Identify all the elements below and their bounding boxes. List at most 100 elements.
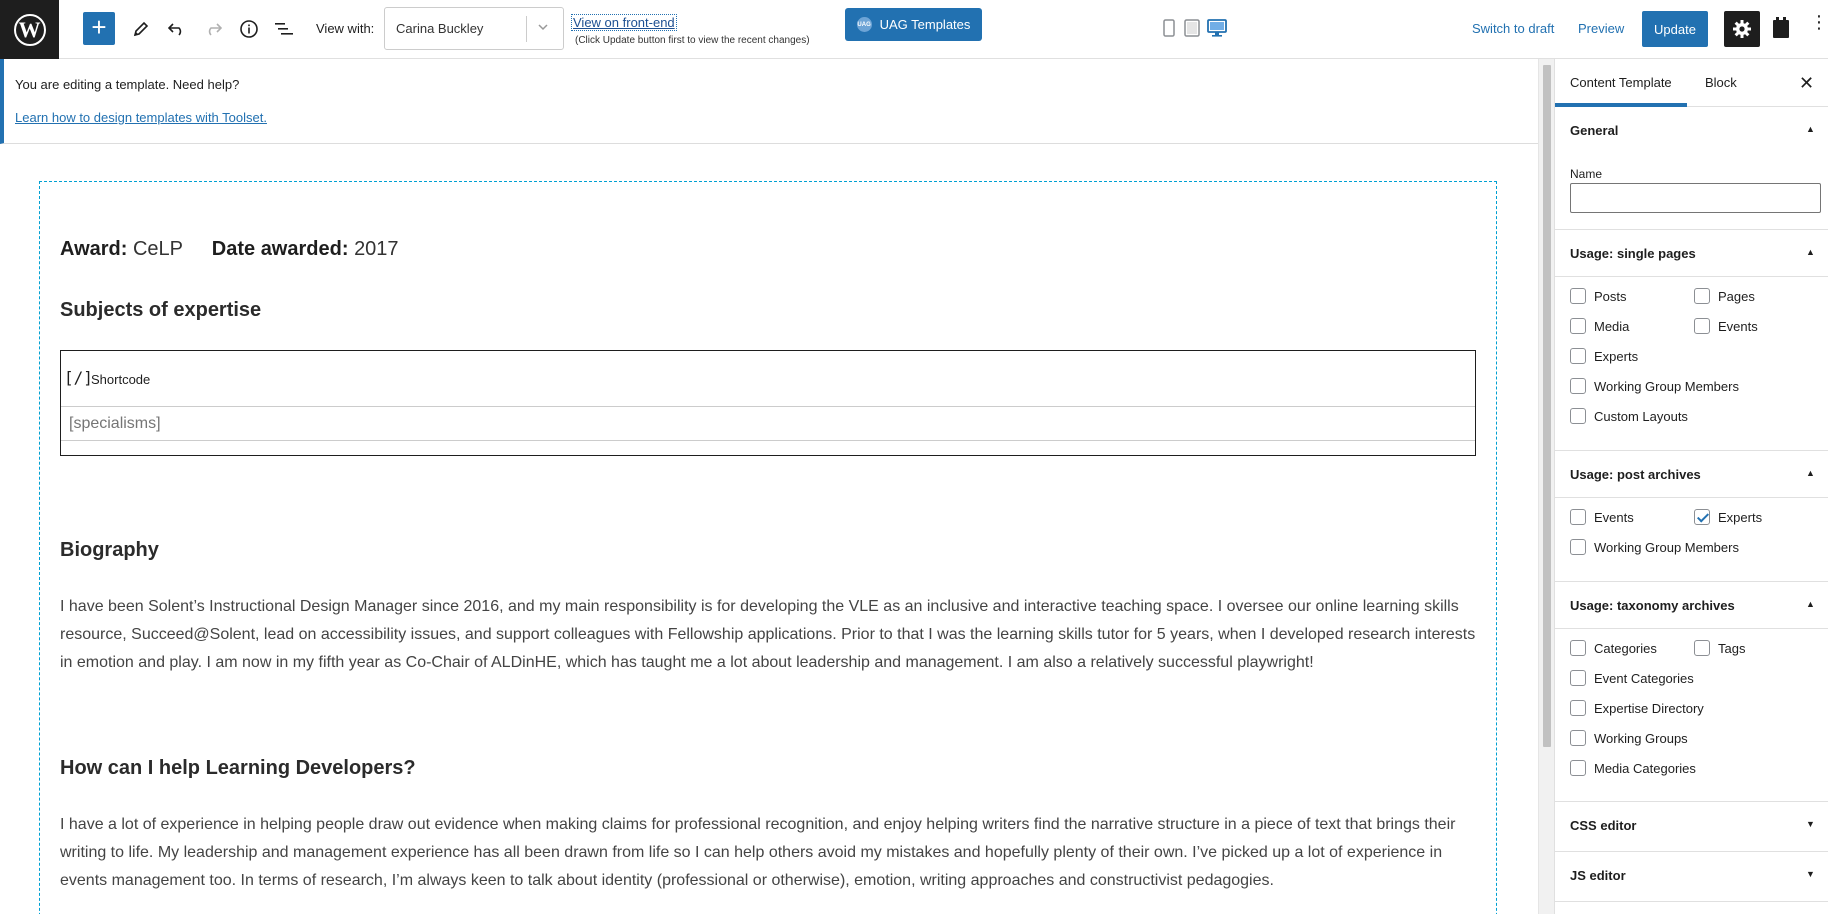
switch-to-draft-button[interactable]: Switch to draft [1472, 21, 1554, 36]
panel-taxonomy-archives-toggle[interactable]: Usage: taxonomy archives ▲ [1555, 581, 1828, 629]
close-icon[interactable]: ✕ [1799, 73, 1814, 94]
checkbox-single-pages[interactable]: Pages [1694, 288, 1755, 304]
checkbox-archive-events[interactable]: Events [1570, 509, 1634, 525]
checkbox-label: Categories [1594, 640, 1657, 656]
panel-single-pages-toggle[interactable]: Usage: single pages ▲ [1555, 229, 1828, 277]
checkbox-box[interactable] [1570, 670, 1586, 686]
scrollbar-thumb[interactable] [1543, 65, 1551, 747]
subjects-heading[interactable]: Subjects of expertise [60, 299, 261, 322]
list-view-icon[interactable] [271, 16, 297, 42]
checkbox-single-experts[interactable]: Experts [1570, 348, 1638, 364]
panel-js-editor-toggle[interactable]: JS editor ▼ [1555, 851, 1828, 899]
redo-icon[interactable] [200, 16, 226, 42]
checkbox-tax-categories[interactable]: Categories [1570, 640, 1657, 656]
checkbox-tax-tags[interactable]: Tags [1694, 640, 1745, 656]
checkbox-label: Custom Layouts [1594, 408, 1688, 424]
date-awarded-label: Date awarded: [211, 238, 349, 260]
view-with-label: View with: [316, 21, 375, 36]
checkbox-box[interactable] [1570, 288, 1586, 304]
view-on-frontend-link[interactable]: View on front-end [571, 14, 677, 31]
update-button[interactable]: Update [1642, 11, 1708, 47]
checkbox-box[interactable] [1570, 378, 1586, 394]
edit-pencil-icon[interactable] [128, 16, 154, 42]
preview-button[interactable]: Preview [1578, 21, 1624, 36]
checkbox-single-custom-layouts[interactable]: Custom Layouts [1570, 408, 1688, 424]
date-awarded-value: 2017 [354, 238, 399, 260]
checkbox-box[interactable] [1570, 318, 1586, 334]
tablet-preview-icon[interactable] [1184, 19, 1200, 42]
chevron-up-icon: ▲ [1806, 247, 1815, 257]
tab-block[interactable]: Block [1690, 59, 1752, 107]
checkbox-label: Media Categories [1594, 760, 1696, 776]
mobile-preview-icon[interactable] [1163, 19, 1175, 42]
panel-general-toggle[interactable]: General ▲ [1555, 107, 1828, 155]
checkbox-tax-working-groups[interactable]: Working Groups [1570, 730, 1688, 746]
editor-scrollbar[interactable] [1538, 59, 1554, 914]
checkbox-box[interactable] [1570, 539, 1586, 555]
tab-content-template[interactable]: Content Template [1555, 59, 1687, 107]
award-line[interactable]: Award: CeLP Date awarded: 2017 [60, 238, 399, 261]
checkbox-box[interactable] [1570, 640, 1586, 656]
checkbox-label: Experts [1594, 348, 1639, 364]
toolset-help-link[interactable]: Learn how to design templates with Tools… [15, 110, 267, 125]
block-inserter-button[interactable]: + [83, 12, 115, 45]
undo-icon[interactable] [164, 16, 190, 42]
shortcode-label: Shortcode [91, 372, 151, 387]
panel-post-archives-toggle[interactable]: Usage: post archives ▲ [1555, 450, 1828, 498]
checkbox-single-media[interactable]: Media [1570, 318, 1629, 334]
more-options-icon[interactable]: ⋮ [1810, 13, 1828, 31]
checkbox-tax-event-categories[interactable]: Event Categories [1570, 670, 1694, 686]
biography-heading[interactable]: Biography [60, 539, 159, 562]
toolset-icon[interactable] [1771, 16, 1791, 45]
award-value: CeLP [132, 238, 183, 260]
checkbox-box[interactable] [1570, 730, 1586, 746]
view-frontend-note: (Click Update button first to view the r… [575, 35, 810, 46]
checkbox-box[interactable] [1694, 318, 1710, 334]
template-content: Award: CeLP Date awarded: 2017 Subjects … [39, 181, 1497, 914]
panel-single-pages-title: Usage: single pages [1570, 246, 1696, 261]
chevron-up-icon: ▲ [1806, 599, 1815, 609]
uag-templates-button[interactable]: UAG UAG Templates [845, 8, 982, 41]
chevron-down-icon[interactable] [536, 20, 550, 39]
checkbox-box[interactable] [1694, 288, 1710, 304]
wordpress-logo-button[interactable]: W [0, 0, 59, 59]
checkbox-box[interactable] [1694, 640, 1710, 656]
checkbox-label: Tags [1718, 640, 1746, 656]
checkbox-archive-working-group-members[interactable]: Working Group Members [1570, 539, 1739, 555]
editor-canvas-area: You are editing a template. Need help? L… [0, 59, 1538, 914]
shortcode-value: [specialisms] [69, 415, 161, 432]
view-with-select[interactable]: Carina Buckley [384, 7, 564, 50]
panel-post-archives-title: Usage: post archives [1570, 467, 1701, 482]
checkbox-box[interactable] [1570, 509, 1586, 525]
checkbox-single-events[interactable]: Events [1694, 318, 1758, 334]
checkbox-single-posts[interactable]: Posts [1570, 288, 1627, 304]
help-paragraph[interactable]: I have a lot of experience in helping pe… [60, 811, 1480, 895]
panel-general-title: General [1570, 123, 1619, 138]
shortcode-block[interactable]: [/] Shortcode [specialisms] [60, 350, 1476, 456]
checkbox-box-checked[interactable] [1694, 509, 1710, 525]
panel-js-editor-title: JS editor [1570, 868, 1626, 883]
checkbox-archive-experts[interactable]: Experts [1694, 509, 1762, 525]
checkbox-label: Working Group Members [1594, 539, 1739, 555]
info-icon[interactable] [236, 16, 262, 42]
checkbox-box[interactable] [1570, 408, 1586, 424]
checkbox-tax-expertise-directory[interactable]: Expertise Directory [1570, 700, 1704, 716]
settings-button[interactable] [1724, 11, 1760, 47]
checkbox-box[interactable] [1570, 760, 1586, 776]
checkbox-tax-media-categories[interactable]: Media Categories [1570, 760, 1696, 776]
chevron-down-icon: ▼ [1806, 819, 1815, 829]
help-heading[interactable]: How can I help Learning Developers? [60, 757, 416, 780]
checkbox-box[interactable] [1570, 700, 1586, 716]
shortcode-input[interactable]: [specialisms] [61, 407, 1475, 441]
checkbox-single-working-group-members[interactable]: Working Group Members [1570, 378, 1739, 394]
name-input[interactable] [1570, 183, 1821, 213]
panel-css-editor-toggle[interactable]: CSS editor ▼ [1555, 801, 1828, 849]
checkbox-label: Working Groups [1594, 730, 1688, 746]
desktop-preview-icon[interactable] [1207, 19, 1227, 42]
biography-paragraph[interactable]: I have been Solent’s Instructional Desig… [60, 593, 1480, 677]
checkbox-label: Posts [1594, 288, 1627, 304]
shortcode-block-header: [/] Shortcode [61, 351, 1475, 407]
gear-icon [1733, 20, 1751, 38]
checkbox-label: Expertise Directory [1594, 700, 1704, 716]
checkbox-box[interactable] [1570, 348, 1586, 364]
